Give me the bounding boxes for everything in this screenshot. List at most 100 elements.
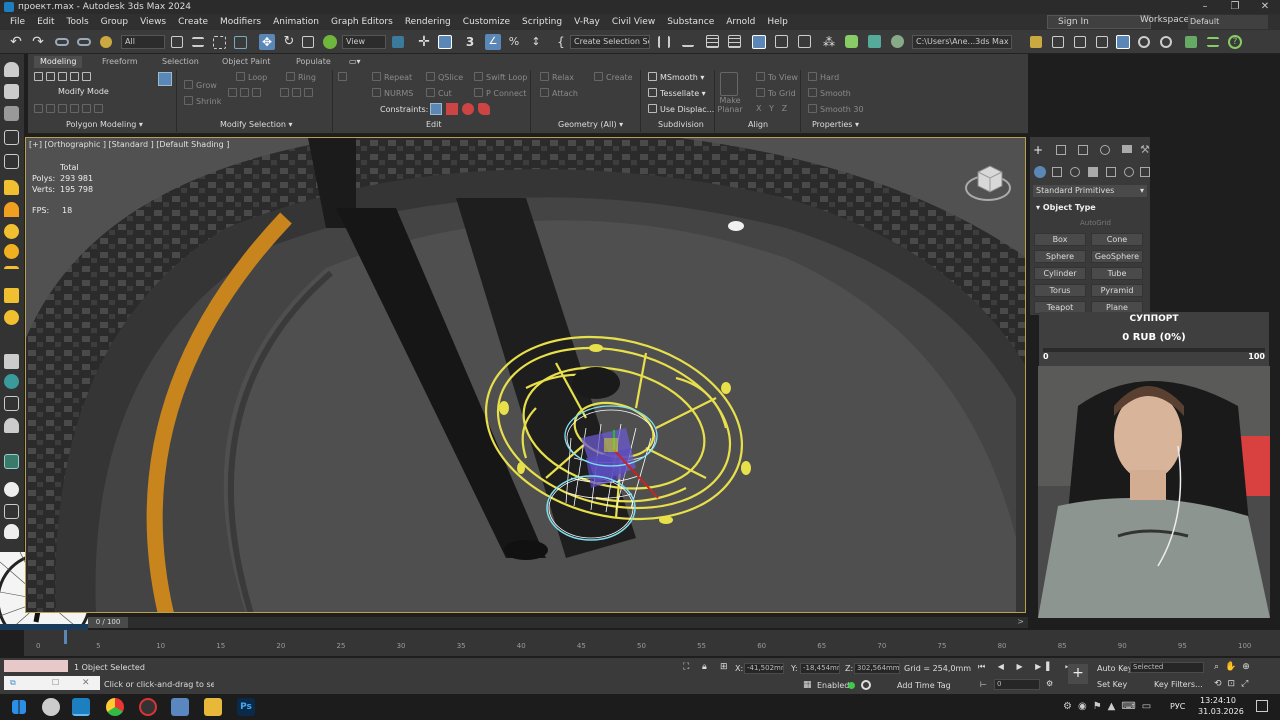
- menu-create[interactable]: Create: [172, 17, 214, 27]
- tab-object-paint[interactable]: Object Paint: [216, 56, 276, 68]
- current-frame-field[interactable]: 0: [994, 679, 1040, 690]
- align-y-button[interactable]: Y: [769, 104, 774, 113]
- save-scene-icon[interactable]: [1052, 36, 1064, 48]
- viewport-orthographic[interactable]: [+] [Orthographic ] [Standard ] [Default…: [25, 137, 1026, 613]
- auto-key-button[interactable]: Auto Key: [1097, 664, 1133, 673]
- schematic-view-icon[interactable]: [798, 35, 811, 48]
- vray-lister-icon[interactable]: [1160, 36, 1172, 48]
- geometry-category-icon[interactable]: [1034, 166, 1046, 178]
- create-panel-icon[interactable]: [4, 62, 19, 77]
- time-tag-icon[interactable]: [861, 680, 871, 690]
- plugin-icon[interactable]: [1185, 36, 1197, 48]
- sphere-tool-icon[interactable]: [4, 224, 19, 239]
- listener-close-icon[interactable]: ✕: [82, 678, 90, 688]
- select-and-move-icon[interactable]: ✥: [259, 34, 275, 50]
- object-type-rollout[interactable]: ▾ Object Type: [1036, 203, 1096, 212]
- menu-list-icon[interactable]: [1207, 37, 1219, 47]
- globe-icon[interactable]: [4, 374, 19, 389]
- subdivision-group[interactable]: Subdivision: [658, 120, 704, 129]
- align-group[interactable]: Align: [748, 120, 768, 129]
- lights-icon[interactable]: [4, 288, 19, 303]
- use-displace-button[interactable]: Use Displac...: [660, 105, 714, 114]
- z-coordinate-field[interactable]: 302,564mm: [854, 663, 900, 674]
- camera-icon[interactable]: [4, 524, 19, 539]
- project-folder-icon[interactable]: [1030, 36, 1042, 48]
- create-button[interactable]: Create: [606, 73, 633, 82]
- nurms-button[interactable]: NURMS: [384, 89, 413, 98]
- menu-group[interactable]: Group: [95, 17, 134, 27]
- notification-icon[interactable]: [1256, 700, 1268, 712]
- smooth-30-button[interactable]: Smooth 30: [820, 105, 864, 114]
- loop-tools-icons[interactable]: [228, 88, 264, 98]
- modify-mode-button[interactable]: Modify Mode: [58, 87, 109, 96]
- named-selection-dropdown[interactable]: Create Selection Se: [570, 35, 650, 49]
- menu-tools[interactable]: Tools: [61, 17, 95, 27]
- attach-button[interactable]: Attach: [552, 89, 578, 98]
- select-manipulate-icon[interactable]: ✛: [416, 34, 432, 50]
- render-icon[interactable]: [4, 504, 19, 519]
- align-icon[interactable]: [682, 35, 694, 47]
- modify-panel-icon[interactable]: [4, 84, 19, 99]
- vertex-mode-icons[interactable]: [34, 72, 94, 82]
- select-and-place-icon[interactable]: [323, 35, 337, 49]
- constraint-normal-icon[interactable]: [478, 103, 490, 115]
- menu-substance[interactable]: Substance: [661, 17, 720, 27]
- edit-group[interactable]: Edit: [426, 120, 442, 129]
- window-crossing-icon[interactable]: [234, 36, 247, 49]
- curve-editor-icon[interactable]: [775, 35, 788, 48]
- smooth-button[interactable]: Smooth: [820, 89, 851, 98]
- unlink-icon[interactable]: [77, 38, 91, 46]
- modify-selection-group[interactable]: Modify Selection ▾: [220, 120, 292, 129]
- selection-filter-dropdown[interactable]: All: [121, 35, 165, 49]
- modify-tab-icon[interactable]: [1056, 145, 1066, 155]
- tab-freeform[interactable]: Freeform: [96, 56, 144, 68]
- rectangular-selection-icon[interactable]: [213, 36, 226, 49]
- trackbar[interactable]: 0 5 10 15 20 25 30 35 40 45 50 55 60 65 70 75 80 85 90 95 10…: [24, 630, 1280, 656]
- help-icon[interactable]: ?: [1228, 35, 1242, 49]
- shapes-category-icon[interactable]: [1052, 167, 1062, 177]
- start-menu-icon[interactable]: [12, 700, 26, 714]
- system-tray-icons[interactable]: ⚙◉⚑▲⌨▭: [1063, 701, 1157, 712]
- file-explorer-icon[interactable]: [204, 698, 222, 716]
- tab-populate[interactable]: Populate: [290, 56, 337, 68]
- hard-button[interactable]: Hard: [820, 73, 839, 82]
- set-key-button[interactable]: Set Key: [1097, 680, 1127, 689]
- link-icon[interactable]: [55, 38, 69, 46]
- minimize-icon[interactable]: –: [1190, 0, 1220, 14]
- add-time-tag-button[interactable]: Add Time Tag: [897, 681, 951, 690]
- select-and-rotate-icon[interactable]: ↻: [281, 34, 297, 50]
- make-planar-icon[interactable]: [720, 72, 738, 96]
- menu-scripting[interactable]: Scripting: [516, 17, 568, 27]
- ribbon-options-icon[interactable]: ▭▾: [343, 56, 367, 68]
- project-folder-dropdown[interactable]: C:\Users\Ane...3ds Max 2024: [912, 35, 1012, 49]
- cut-button[interactable]: Cut: [438, 89, 452, 98]
- primitive-category-dropdown[interactable]: Standard Primitives ▾: [1033, 185, 1147, 197]
- absolute-mode-icon[interactable]: ⊞: [720, 662, 728, 672]
- angle-snap-icon[interactable]: ∠: [485, 34, 501, 50]
- to-view-button[interactable]: To View: [768, 73, 798, 82]
- autogrid-checkbox[interactable]: AutoGrid: [1080, 219, 1111, 227]
- material-editor-icon[interactable]: ⁂: [821, 34, 837, 50]
- isolate-selection-icon[interactable]: ⛶: [683, 662, 689, 672]
- box-button[interactable]: Box: [1034, 233, 1086, 246]
- playback-controls[interactable]: ⏮ ◀ ▶ ▶▌ ⏭: [978, 662, 1077, 672]
- reference-coordinate-dropdown[interactable]: View: [342, 35, 386, 49]
- spacewarps-category-icon[interactable]: [1124, 167, 1134, 177]
- time-slider[interactable]: 0 / 100 >: [88, 617, 1028, 628]
- rendered-frame-window-icon[interactable]: [868, 35, 881, 48]
- viewport-orbit-icons[interactable]: ⟲⊡⤢: [1214, 679, 1254, 689]
- relax-button[interactable]: Relax: [552, 73, 574, 82]
- time-configuration-icon[interactable]: ⚙: [1046, 679, 1053, 688]
- polygon-modeling-group[interactable]: Polygon Modeling ▾: [66, 120, 143, 129]
- qslice-button[interactable]: QSlice: [438, 73, 463, 82]
- y-coordinate-field[interactable]: -18,454mm: [800, 663, 840, 674]
- select-object-icon[interactable]: [171, 36, 183, 48]
- edit-named-selection-icon[interactable]: {: [553, 34, 569, 50]
- snaps-toggle-icon[interactable]: 3: [462, 34, 478, 50]
- hierarchy-tab-icon[interactable]: [1078, 145, 1088, 155]
- hierarchy-panel-icon[interactable]: [4, 106, 19, 121]
- render-production-icon[interactable]: [891, 35, 904, 48]
- motion-tab-icon[interactable]: [1100, 145, 1110, 155]
- geometry-group[interactable]: Geometry (All) ▾: [558, 120, 623, 129]
- viewport-navigation-icons[interactable]: ⌕✋⊕: [1214, 662, 1256, 672]
